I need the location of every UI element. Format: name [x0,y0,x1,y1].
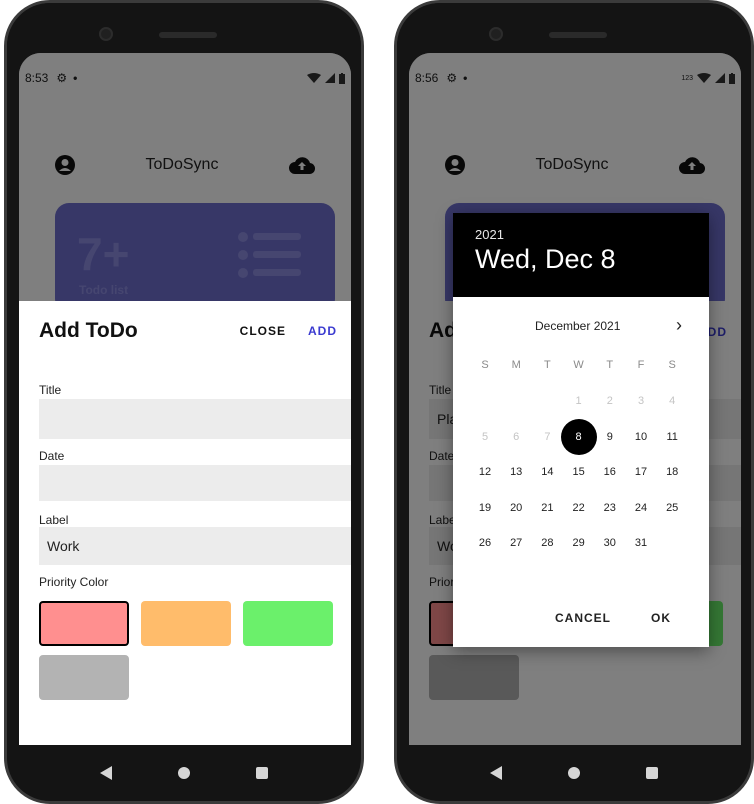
sheet-header: Add ToDo CLOSE ADD [39,319,337,343]
calendar-day[interactable]: 29 [563,527,595,559]
calendar-day[interactable]: 19 [469,492,501,524]
cancel-button[interactable]: CANCEL [555,611,611,625]
picker-actions: CANCEL OK [453,595,709,647]
camera-icon [489,27,503,41]
calendar-day[interactable]: 31 [625,527,657,559]
home-icon[interactable] [568,767,580,779]
calendar-day[interactable]: 18 [656,456,688,488]
nav-bar [397,745,751,801]
date-input[interactable] [39,465,351,501]
calendar-day: 1 [575,395,582,407]
back-icon[interactable] [490,766,502,780]
camera-icon [99,27,113,41]
screen-right: 8:56 ⚙ • 123 ToDoSync Ad ADD [409,53,741,745]
calendar-day: 7 [544,430,551,443]
phone-left: 8:53 ⚙ • ToDoSync 7+ Todo list [4,0,364,804]
calendar-day: 6 [513,430,520,443]
calendar-day-selected[interactable]: 8 [560,418,597,455]
title-input[interactable] [39,399,351,439]
calendar-day[interactable]: 17 [625,456,657,488]
date-picker-dialog: 2021 Wed, Dec 8 December 2021 › SMTWTFS1… [453,213,709,647]
sheet-title: Add ToDo [39,319,138,342]
calendar-day[interactable]: 30 [594,527,626,559]
calendar-day[interactable]: 25 [656,492,688,524]
calendar-day[interactable]: 28 [531,527,563,559]
calendar-day[interactable]: 22 [563,492,595,524]
calendar-day[interactable]: 10 [625,421,657,453]
priority-swatch-gray[interactable] [39,655,129,700]
calendar-day[interactable]: 23 [594,492,626,524]
calendar-day[interactable]: 12 [469,456,501,488]
calendar-day[interactable]: 26 [469,527,501,559]
title-field-label: Title [39,383,62,397]
screen-left: 8:53 ⚙ • ToDoSync 7+ Todo list [19,53,351,745]
priority-swatch-red[interactable] [39,601,129,646]
calendar-day: 4 [669,395,676,407]
label-field-label: Label [39,513,69,527]
weekday-header: W [573,359,584,371]
phone-top-bezel [397,3,751,53]
picker-selected-date: Wed, Dec 8 [475,244,616,274]
date-picker-header: 2021 Wed, Dec 8 [453,213,709,297]
weekday-header: T [544,359,551,371]
calendar-day[interactable]: 13 [500,456,532,488]
weekday-header: S [481,359,489,371]
weekday-header: M [511,359,521,371]
label-input[interactable]: Work [39,527,351,565]
priority-color-label: Priority Color [39,575,109,589]
calendar-day[interactable]: 14 [531,456,563,488]
picker-year[interactable]: 2021 [475,227,687,242]
calendar-day[interactable]: 11 [656,421,688,453]
back-icon[interactable] [100,766,112,780]
add-button[interactable]: ADD [308,324,337,338]
ok-button[interactable]: OK [651,611,671,625]
recents-icon[interactable] [646,767,658,779]
speaker-grille [549,32,607,38]
calendar-day[interactable]: 24 [625,492,657,524]
calendar-day[interactable]: 20 [500,492,532,524]
calendar-day[interactable]: 9 [594,421,626,453]
recents-icon[interactable] [256,767,268,779]
chevron-right-icon[interactable]: › [669,315,689,339]
screenshot-stage: 8:53 ⚙ • ToDoSync 7+ Todo list [0,0,754,804]
calendar-day: 5 [481,430,489,443]
add-todo-sheet: Add ToDo CLOSE ADD Title Date Label Work… [19,301,351,745]
phone-right: 8:56 ⚙ • 123 ToDoSync Ad ADD [394,0,754,804]
weekday-header: T [606,359,614,371]
calendar-day[interactable]: 15 [563,456,595,488]
home-icon[interactable] [178,767,190,779]
nav-bar [7,745,361,801]
month-label: December 2021 [535,319,621,333]
priority-swatch-green[interactable] [243,601,333,646]
calendar-day: 3 [637,395,645,407]
date-field-label: Date [39,449,65,463]
close-button[interactable]: CLOSE [240,324,286,338]
month-row: December 2021 › [453,315,709,339]
calendar-day[interactable]: 16 [594,456,626,488]
sheet-actions: CLOSE ADD [240,324,337,338]
phone-top-bezel [7,3,361,53]
calendar-day[interactable]: 27 [500,527,532,559]
priority-swatch-orange[interactable] [141,601,231,646]
speaker-grille [159,32,217,38]
calendar-day[interactable]: 21 [531,492,563,524]
weekday-header: S [668,359,676,371]
calendar-day: 2 [606,395,613,407]
weekday-header: F [637,359,645,371]
